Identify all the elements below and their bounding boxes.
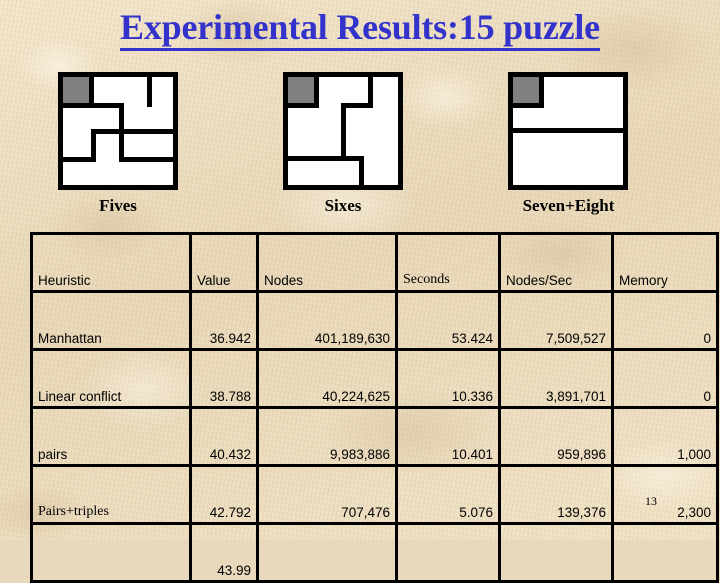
table-row: 43.99	[30, 522, 719, 583]
column-header-value: Value	[189, 232, 259, 293]
cell-seconds	[395, 522, 501, 583]
results-table: Heuristic Value Nodes Seconds Nodes/Sec …	[30, 232, 719, 583]
table-row: Manhattan 36.942 401,189,630 53.424 7,50…	[30, 290, 719, 351]
cell-value: 40.432	[189, 406, 259, 467]
cell-heuristic: Manhattan	[30, 290, 192, 351]
cell-seconds: 53.424	[395, 290, 501, 351]
table-row: pairs 40.432 9,983,886 10.401 959,896 1,…	[30, 406, 719, 467]
column-header-nodes-per-sec: Nodes/Sec	[498, 232, 614, 293]
cell-memory	[611, 522, 719, 583]
blank-tile-icon	[288, 77, 314, 103]
cell-value: 36.942	[189, 290, 259, 351]
partition-wall	[368, 77, 373, 108]
table-header-row: Heuristic Value Nodes Seconds Nodes/Sec …	[30, 232, 719, 293]
partition-wall	[359, 156, 364, 187]
cell-memory: 0	[611, 348, 719, 409]
column-header-memory: Memory	[611, 232, 719, 293]
cell-nodes-per-sec: 959,896	[498, 406, 614, 467]
partition-wall	[314, 77, 319, 108]
cell-nodes: 707,476	[256, 464, 398, 525]
cell-memory: 1,000	[611, 406, 719, 467]
cell-nodes-per-sec: 7,509,527	[498, 290, 614, 351]
partition-wall	[288, 156, 364, 161]
cell-nodes: 9,983,886	[256, 406, 398, 467]
blank-tile-icon	[63, 77, 89, 103]
cell-heuristic: Pairs+triples	[30, 464, 192, 525]
cell-heuristic: Linear conflict	[30, 348, 192, 409]
page-title-text: Experimental Results:15 puzzle	[120, 7, 600, 51]
partition-wall	[147, 77, 152, 107]
cell-value: 38.788	[189, 348, 259, 409]
cell-nodes: 401,189,630	[256, 290, 398, 351]
cell-nodes-per-sec	[498, 522, 614, 583]
puzzle-board-sixes	[283, 72, 403, 190]
column-header-value-text: Value	[197, 273, 231, 288]
column-header-seconds: Seconds	[395, 232, 501, 293]
page-title: Experimental Results:15 puzzle	[0, 4, 720, 51]
partition-wall	[513, 128, 623, 133]
cell-seconds: 10.401	[395, 406, 501, 467]
figure-caption-seven-eight: Seven+Eight	[522, 196, 615, 215]
cell-heuristic: pairs	[30, 406, 192, 467]
partition-wall	[63, 157, 96, 162]
figure-sixes: Sixes	[283, 72, 403, 216]
figure-caption-fives: Fives	[99, 196, 137, 215]
puzzle-board-fives	[58, 72, 178, 190]
figure-fives: Fives	[58, 72, 178, 216]
table-row: Linear conflict 38.788 40,224,625 10.336…	[30, 348, 719, 409]
cell-nodes: 40,224,625	[256, 348, 398, 409]
cell-value: 43.99	[189, 522, 259, 583]
puzzle-board-seven-eight	[508, 72, 628, 190]
partition-wall	[63, 103, 89, 108]
table-row: Pairs+triples 42.792 707,476 5.076 139,3…	[30, 464, 719, 525]
column-header-nodes: Nodes	[256, 232, 398, 293]
cell-nodes-per-sec: 3,891,701	[498, 348, 614, 409]
cell-nodes-per-sec: 139,376	[498, 464, 614, 525]
cell-seconds: 10.336	[395, 348, 501, 409]
figure-caption-sixes: Sixes	[324, 196, 362, 215]
page-number: 13	[645, 494, 657, 508]
blank-tile-icon	[513, 77, 539, 103]
cell-seconds: 5.076	[395, 464, 501, 525]
cell-heuristic	[30, 522, 192, 583]
partition-wall	[119, 157, 173, 162]
partition-wall	[119, 129, 173, 134]
slide-canvas: Experimental Results:15 puzzle Fives Six…	[0, 0, 720, 583]
cell-nodes	[256, 522, 398, 583]
figure-seven-eight: Seven+Eight	[508, 72, 641, 216]
cell-value: 42.792	[189, 464, 259, 525]
cell-memory: 0	[611, 290, 719, 351]
partition-wall	[539, 77, 544, 108]
partition-wall	[341, 103, 346, 160]
cell-memory: 2,300	[611, 464, 719, 525]
column-header-heuristic: Heuristic	[30, 232, 192, 293]
